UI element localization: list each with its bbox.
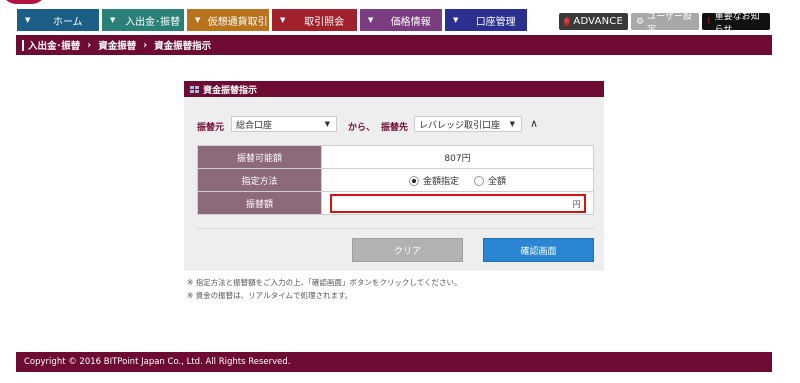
table-row: 振替可能額 807円	[197, 145, 594, 169]
advance-logo-icon	[564, 16, 571, 27]
available-amount-value: 807円	[321, 145, 594, 169]
radio-unselected-icon[interactable]	[473, 176, 484, 186]
breadcrumb: 入出金･振替 › 資金振替 › 資金振替指示	[16, 35, 772, 55]
caret-down-icon: ▼	[195, 16, 201, 24]
advance-button[interactable]: ADVANCE	[559, 13, 628, 30]
divider	[197, 228, 594, 229]
caret-down-icon: ▼	[280, 16, 286, 24]
chevron-right-icon: ›	[143, 39, 148, 51]
method-label: 指定方法	[197, 168, 322, 192]
radio-all-option[interactable]: 全額	[473, 176, 506, 187]
from-account-select[interactable]: 総合口座 ▼	[231, 116, 337, 132]
chevron-down-icon: ▼	[509, 120, 515, 128]
from-account-label: 振替元	[197, 123, 225, 133]
to-account-label: 振替先	[381, 123, 409, 133]
header-buttons: ADVANCE ⚙ ユーザー設定 ! 重要なお知らせ	[559, 12, 770, 35]
transfer-amount-cell: 円	[321, 191, 594, 215]
available-amount-label: 振替可能額	[197, 145, 322, 169]
gear-icon: ⚙	[636, 16, 645, 27]
chevron-up-icon[interactable]: ∧	[530, 117, 538, 130]
to-account-select[interactable]: レバレッジ取引口座 ▼	[414, 116, 522, 132]
confirm-button[interactable]: 確認画面	[483, 238, 594, 262]
tab-home[interactable]: ▼ ホーム	[17, 9, 99, 31]
user-settings-button[interactable]: ⚙ ユーザー設定	[631, 12, 699, 35]
important-notice-button[interactable]: ! 重要なお知らせ	[702, 12, 770, 35]
tab-account-management[interactable]: ▼ 口座管理	[445, 9, 527, 31]
copyright-text: Copyright © 2016 BITPoint Japan Co., Ltd…	[24, 357, 291, 367]
transfer-amount-input[interactable]	[343, 195, 572, 211]
clear-button[interactable]: クリア	[352, 238, 463, 262]
radio-selected-icon[interactable]	[409, 176, 420, 186]
note-text: ※ 資金の振替は、リアルタイムで処理されます。	[187, 291, 353, 300]
method-options: 金額指定 全額	[321, 168, 594, 192]
alert-icon: !	[707, 16, 711, 27]
radio-amount-option[interactable]: 金額指定	[409, 176, 459, 187]
breadcrumb-item[interactable]: 入出金･振替	[28, 38, 80, 52]
transfer-amount-label: 振替額	[197, 191, 322, 215]
caret-right-icon: ▼	[25, 16, 31, 24]
from-suffix-text: から、	[348, 123, 376, 133]
footer: Copyright © 2016 BITPoint Japan Co., Ltd…	[16, 352, 772, 372]
list-icon	[190, 85, 199, 93]
amount-field-wrapper: 円	[329, 193, 586, 213]
breadcrumb-marker	[22, 39, 24, 51]
breadcrumb-item-current: 資金振替指示	[154, 41, 212, 52]
caret-down-icon: ▼	[110, 16, 116, 24]
table-row: 振替額 円	[197, 191, 594, 215]
caret-down-icon: ▼	[368, 16, 374, 24]
panel-title: 資金振替指示	[184, 81, 604, 97]
breadcrumb-item[interactable]: 資金振替	[98, 38, 136, 52]
table-row: 指定方法 金額指定 全額	[197, 168, 594, 192]
logo-mark	[2, 0, 46, 4]
tab-crypto-trade[interactable]: ▼ 仮想通貨取引	[187, 9, 269, 31]
tab-trade-inquiry[interactable]: ▼ 取引照会	[272, 9, 357, 31]
tab-price-info[interactable]: ▼ 価格情報	[360, 9, 442, 31]
caret-down-icon: ▼	[453, 16, 459, 24]
amount-unit: 円	[572, 199, 581, 209]
chevron-down-icon: ▼	[324, 120, 330, 128]
main-nav: ▼ ホーム ▼ 入出金･振替 ▼ 仮想通貨取引 ▼ 取引照会 ▼ 価格情報 ▼ 口座管理	[17, 9, 527, 31]
transfer-table: 振替可能額 807円 指定方法 金額指定 全額 振替額 円	[197, 145, 594, 215]
note-text: ※ 指定方法と振替額をご入力の上、「確認画面」ボタンをクリックしてください。	[187, 278, 462, 287]
chevron-right-icon: ›	[87, 39, 92, 51]
tab-deposit-transfer[interactable]: ▼ 入出金･振替	[102, 9, 184, 31]
